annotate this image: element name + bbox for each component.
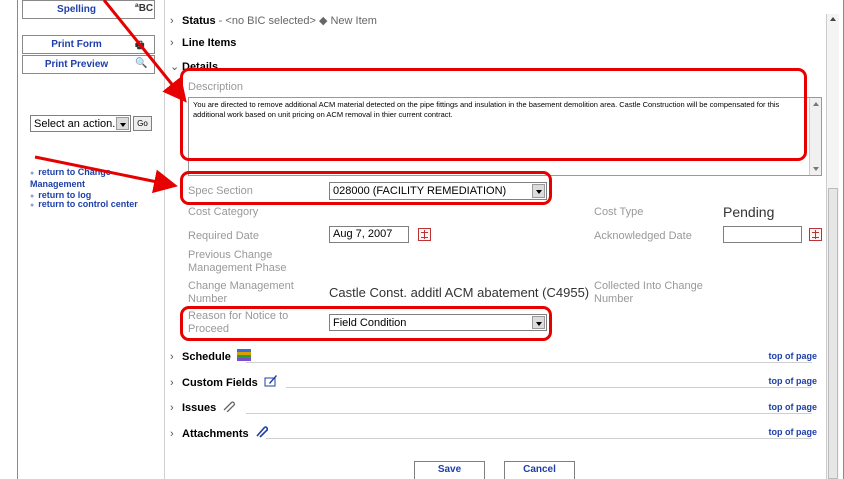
top-of-page-link[interactable]: top of page bbox=[769, 376, 818, 386]
chevron-down-icon bbox=[532, 184, 545, 198]
acknowledged-date-input[interactable] bbox=[723, 226, 802, 243]
go-button[interactable]: Go bbox=[133, 116, 152, 131]
save-button[interactable]: Save bbox=[414, 461, 485, 479]
status-text: - <no BIC selected> ◆ New Item bbox=[215, 15, 377, 27]
section-custom-fields[interactable]: › Custom Fields bbox=[170, 374, 278, 389]
edit-icon bbox=[264, 375, 277, 387]
divider bbox=[246, 413, 812, 414]
abc-icon: ªBC bbox=[135, 3, 154, 14]
print-form-label: Print Form bbox=[51, 39, 102, 50]
chevron-right-icon: › bbox=[170, 402, 174, 414]
divider bbox=[266, 438, 812, 439]
preview-icon: 🔍 bbox=[135, 58, 148, 69]
calendar-icon[interactable] bbox=[418, 228, 431, 241]
attachments-label: Attachments bbox=[182, 428, 249, 440]
print-form-button[interactable]: Print Form 🖶 bbox=[22, 35, 155, 54]
page-scrollbar[interactable] bbox=[826, 14, 839, 479]
description-textarea[interactable]: You are directed to remove additional AC… bbox=[188, 97, 822, 176]
paperclip-icon bbox=[223, 401, 236, 413]
link-return-change-management[interactable]: return to Change Management bbox=[30, 167, 156, 189]
cancel-button[interactable]: Cancel bbox=[504, 461, 575, 479]
chevron-down-icon: ⌄ bbox=[170, 61, 180, 73]
cost-type-value: Pending bbox=[723, 204, 775, 220]
required-date-label: Required Date bbox=[188, 230, 259, 242]
action-select[interactable]: Select an action... bbox=[30, 115, 131, 132]
divider bbox=[246, 362, 812, 363]
printer-icon: 🖶 bbox=[135, 40, 145, 51]
scrollbar-thumb[interactable] bbox=[828, 188, 838, 479]
description-text: You are directed to remove additional AC… bbox=[193, 100, 780, 119]
top-of-page-link[interactable]: top of page bbox=[769, 351, 818, 361]
section-attachments[interactable]: › Attachments bbox=[170, 425, 268, 440]
textarea-scrollbar[interactable] bbox=[809, 98, 821, 175]
chevron-right-icon: › bbox=[170, 377, 174, 389]
pane-divider bbox=[164, 0, 165, 479]
required-date-input[interactable]: Aug 7, 2007 bbox=[329, 226, 409, 243]
issues-label: Issues bbox=[182, 402, 217, 414]
chevron-right-icon: › bbox=[170, 428, 174, 440]
schedule-icon bbox=[236, 349, 251, 361]
chevron-right-icon: › bbox=[170, 351, 174, 363]
link-return-control-center[interactable]: return to control center bbox=[30, 199, 138, 209]
section-issues[interactable]: › Issues bbox=[170, 400, 236, 414]
spec-section-label: Spec Section bbox=[188, 185, 253, 197]
description-label: Description bbox=[188, 81, 244, 93]
reason-label: Reason for Notice to Proceed bbox=[188, 310, 289, 335]
reason-select[interactable]: Field Condition bbox=[329, 314, 547, 331]
cost-category-label: Cost Category bbox=[188, 206, 259, 218]
status-row: › Status - <no BIC selected> ◆ New Item bbox=[170, 14, 377, 27]
acknowledged-date-label: Acknowledged Date bbox=[594, 230, 692, 242]
collected-into-label: Collected Into Change Number bbox=[594, 280, 703, 305]
action-select-value: Select an action... bbox=[34, 118, 122, 130]
section-details[interactable]: ⌄ Details bbox=[170, 60, 218, 73]
cm-number-label: Change Management Number bbox=[188, 280, 294, 305]
cost-type-label: Cost Type bbox=[594, 206, 644, 218]
print-preview-button[interactable]: Print Preview 🔍 bbox=[22, 55, 155, 74]
calendar-icon[interactable] bbox=[809, 228, 822, 241]
spelling-button[interactable]: Spelling ªBC bbox=[22, 0, 155, 19]
spec-section-value: 028000 (FACILITY REMEDIATION) bbox=[333, 185, 507, 197]
section-line-items[interactable]: › Line Items bbox=[170, 37, 236, 49]
chevron-down-icon bbox=[116, 117, 129, 130]
status-label: Status bbox=[182, 15, 216, 27]
spec-section-select[interactable]: 028000 (FACILITY REMEDIATION) bbox=[329, 182, 547, 200]
chevron-down-icon bbox=[532, 316, 545, 329]
reason-value: Field Condition bbox=[333, 317, 407, 329]
attachment-clip-icon bbox=[256, 426, 268, 438]
details-label: Details bbox=[182, 61, 219, 73]
line-items-label: Line Items bbox=[182, 37, 237, 49]
chevron-right-icon: › bbox=[170, 37, 174, 49]
print-preview-label: Print Preview bbox=[44, 59, 109, 70]
chevron-right-icon: › bbox=[170, 15, 174, 27]
divider bbox=[286, 387, 812, 388]
spelling-label: Spelling bbox=[57, 4, 96, 15]
top-of-page-link[interactable]: top of page bbox=[769, 402, 818, 412]
custom-fields-label: Custom Fields bbox=[182, 377, 258, 389]
previous-phase-label: Previous Change Management Phase bbox=[188, 249, 287, 274]
schedule-label: Schedule bbox=[182, 351, 231, 363]
section-schedule[interactable]: › Schedule bbox=[170, 349, 251, 363]
top-of-page-link[interactable]: top of page bbox=[769, 427, 818, 437]
cm-number-value: Castle Const. additl ACM abatement (C495… bbox=[329, 285, 590, 300]
